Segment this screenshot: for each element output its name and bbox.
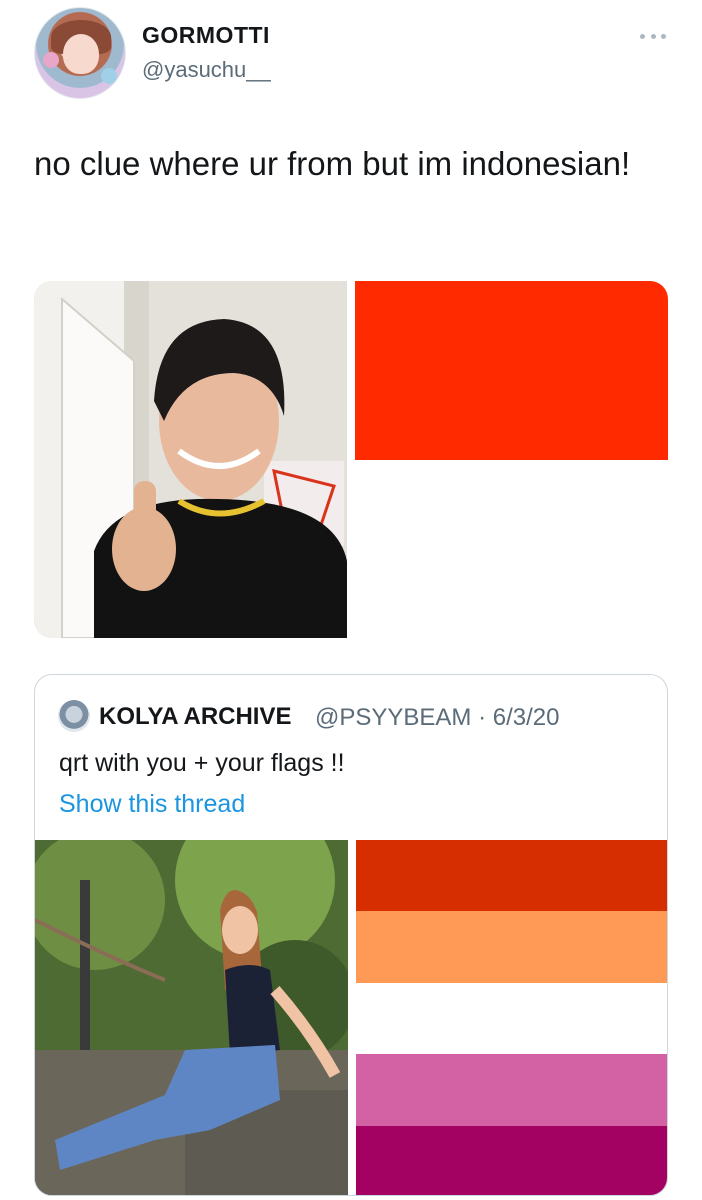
show-thread-link[interactable]: Show this thread — [59, 790, 245, 819]
tweet-media-grid[interactable] — [34, 281, 668, 638]
quoted-text: qrt with you + your flags !! — [59, 749, 345, 777]
flag-stripe-white — [356, 982, 667, 1055]
author-avatar[interactable] — [34, 7, 126, 99]
flag-stripe-white — [355, 460, 668, 638]
flag-stripe-dark-orange — [356, 840, 667, 912]
quoted-tweet-card[interactable]: KOLYA ARCHIVE @PSYYBEAM · 6/3/20 qrt wit… — [34, 674, 668, 1196]
flag-stripe-dark-rose — [356, 1125, 667, 1195]
tweet-header: GORMOTTI @yasuchu__ — [0, 0, 702, 110]
flag-stripe-orange — [356, 911, 667, 983]
author-display-name[interactable]: GORMOTTI — [142, 22, 270, 49]
indonesia-flag[interactable] — [355, 281, 668, 638]
selfie-photo[interactable] — [34, 281, 347, 638]
tweet-text: no clue where ur from but im indonesian! — [34, 145, 631, 182]
more-dots-icon[interactable] — [640, 30, 666, 42]
flag-stripe-pink — [356, 1054, 667, 1126]
outdoor-photo[interactable] — [35, 840, 348, 1195]
quoted-handle-date[interactable]: @PSYYBEAM · 6/3/20 — [315, 704, 559, 732]
flag-stripe-red — [355, 281, 668, 460]
lesbian-flag[interactable] — [356, 840, 667, 1195]
quoted-author-avatar[interactable] — [58, 700, 90, 732]
author-handle[interactable]: @yasuchu__ — [142, 57, 271, 83]
quoted-media-grid[interactable] — [35, 840, 667, 1195]
quoted-display-name[interactable]: KOLYA ARCHIVE — [99, 703, 292, 731]
